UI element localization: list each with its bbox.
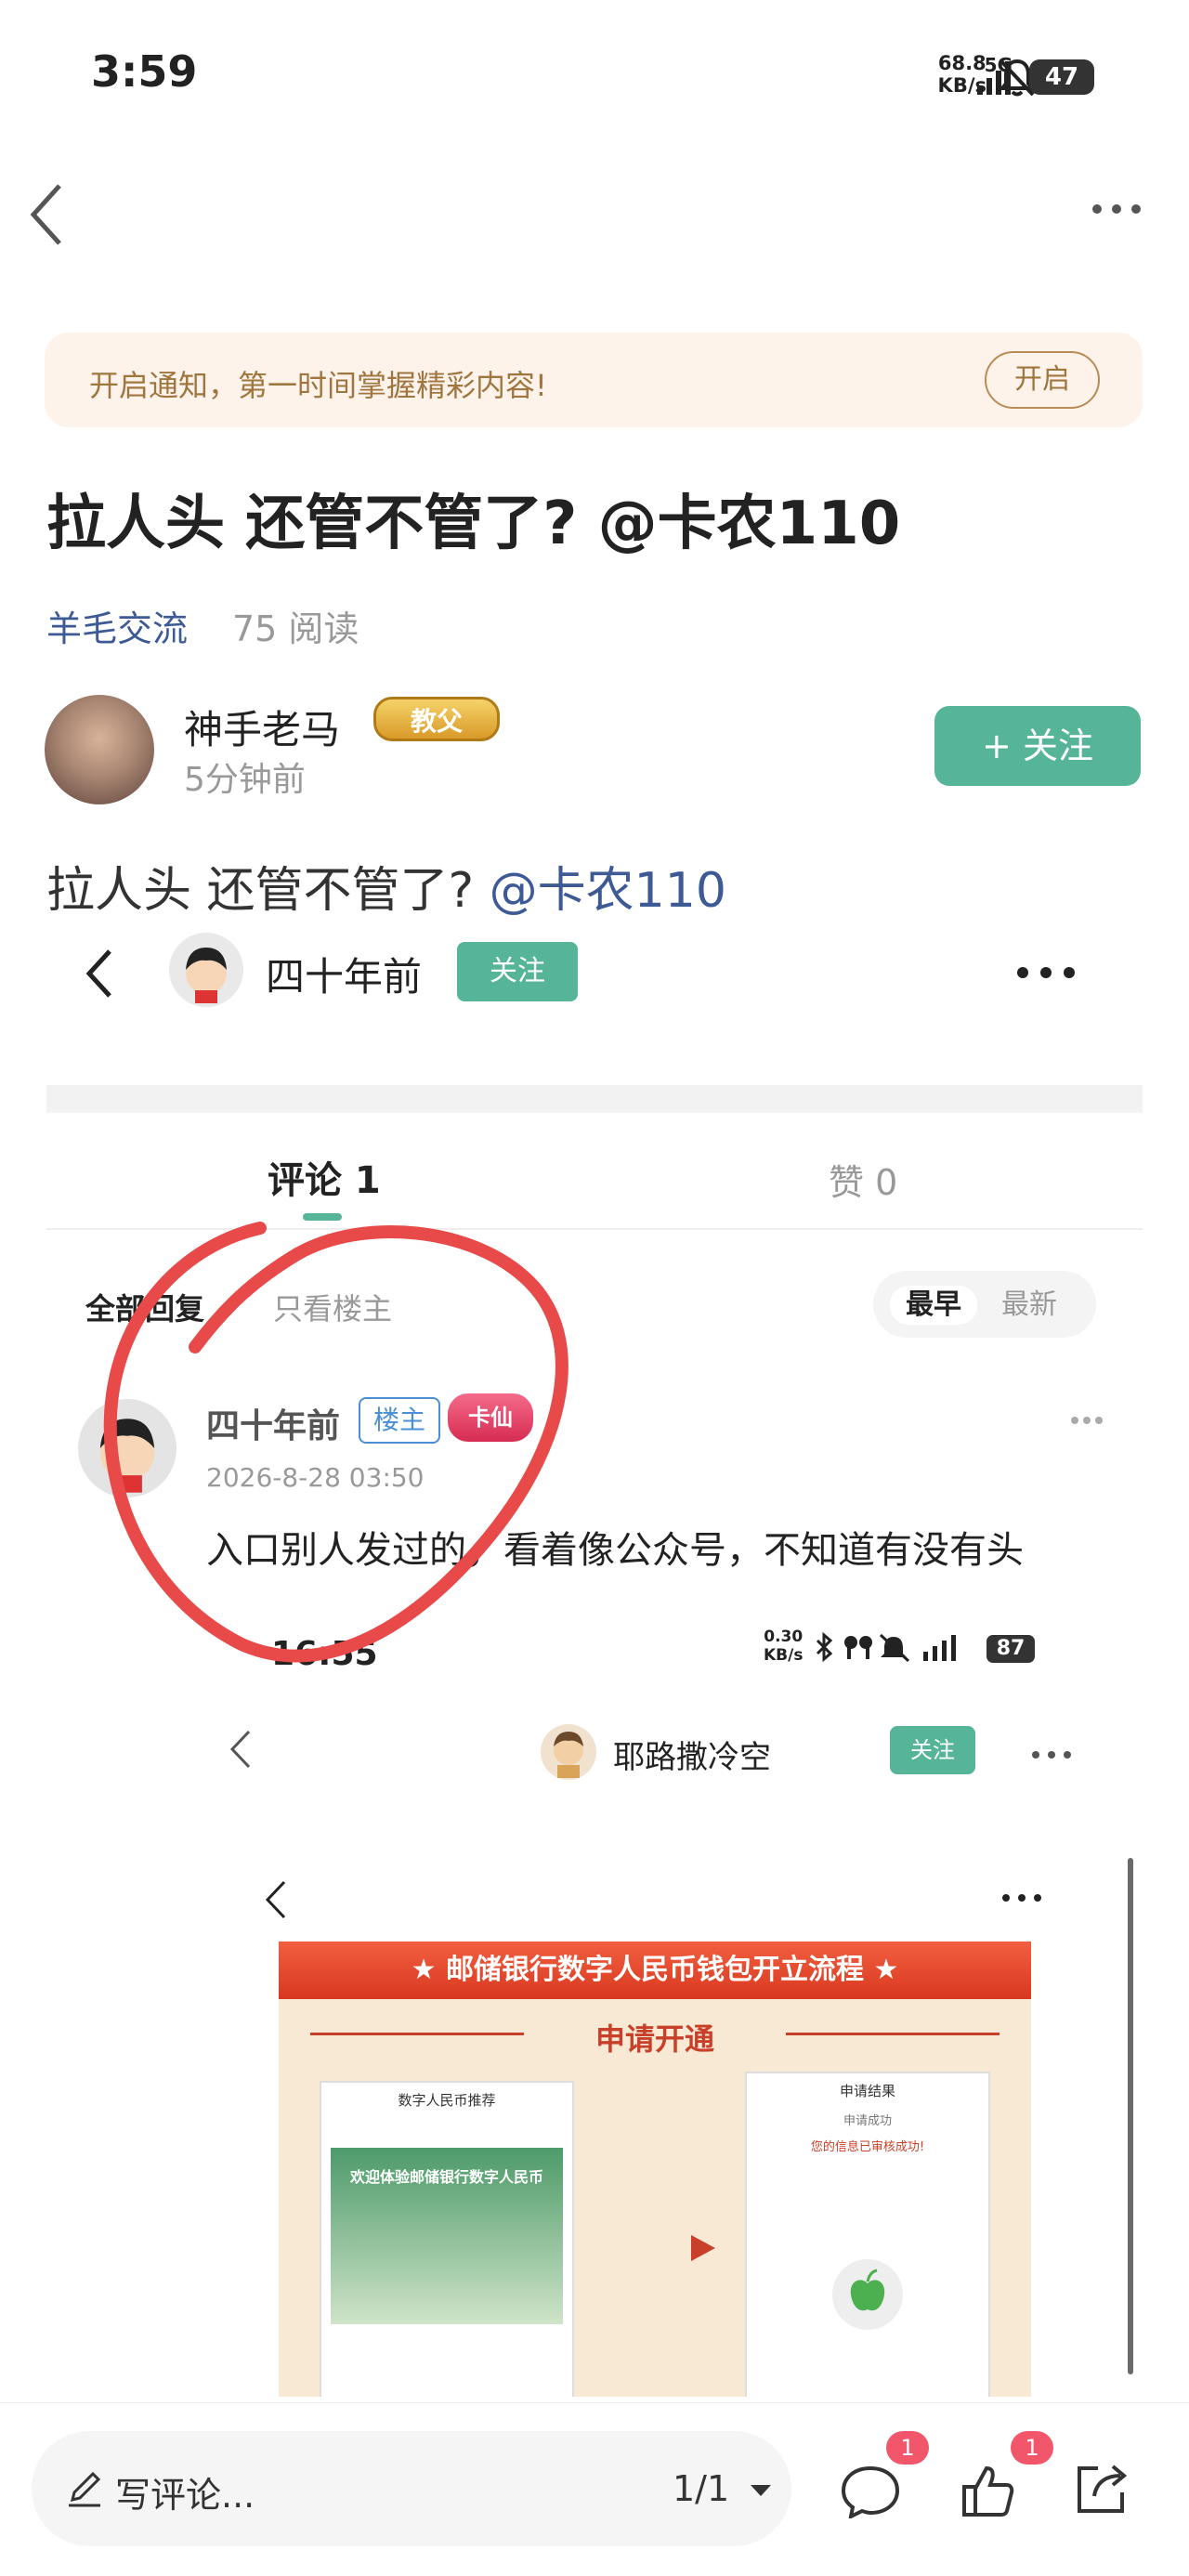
image-nested-avatar [541, 1724, 596, 1780]
author-avatar[interactable] [45, 695, 154, 804]
image-nested-user-name: 耶路撒冷空 [613, 1739, 771, 1776]
image-sort-new: 最新 [1001, 1288, 1057, 1321]
cartoon-boy-icon [186, 948, 227, 1003]
notification-banner: 开启通知，第一时间掌握精彩内容! 开启 [45, 333, 1143, 427]
caret-down-icon[interactable] [749, 2483, 773, 2498]
apple-logo-icon [850, 2269, 885, 2311]
page-indicator[interactable]: 1/1 [673, 2468, 729, 2509]
poster-line-right [786, 2033, 1000, 2035]
image-nested-battery: 87 [986, 1635, 1035, 1663]
image-poster: ★ 邮储银行数字人民币钱包开立流程 ★ 申请开通 数字人民币推荐 欢迎体验邮储银… [279, 1942, 1031, 2397]
category-link[interactable]: 羊毛交流 [46, 600, 188, 651]
battery-indicator: 47 [1029, 59, 1094, 95]
comment-input[interactable]: 写评论... 1/1 [32, 2431, 791, 2546]
image-sort-early: 最早 [890, 1286, 977, 1325]
notification-text: 开启通知，第一时间掌握精彩内容! [89, 368, 547, 403]
comment-button[interactable]: 1 [840, 2431, 929, 2522]
status-time: 3:59 [91, 46, 198, 97]
red-circle-annotation [103, 1222, 568, 1663]
poster-banner: ★ 邮储银行数字人民币钱包开立流程 ★ [279, 1942, 1031, 1999]
back-chevron-icon[interactable] [28, 182, 65, 247]
comment-placeholder: 写评论... [115, 2475, 255, 2516]
image-comment-more-icon [1071, 1417, 1103, 1424]
image-follow-button: 关注 [457, 942, 578, 1001]
image-scrollbar [1128, 1858, 1133, 2374]
post-time: 5分钟前 [184, 761, 306, 799]
poster-left-phone: 数字人民币推荐 欢迎体验邮储银行数字人民币 [320, 2081, 574, 2397]
post-body: 拉人头 还管不管了? @卡农110 [46, 851, 726, 921]
image-deep-back-icon [265, 1880, 286, 1919]
comment-bubble-icon [841, 2465, 900, 2520]
image-nested-more-icon [1032, 1751, 1071, 1759]
comment-count-badge: 1 [886, 2431, 929, 2465]
image-nested-speed-value: 0.30 [764, 1628, 804, 1646]
image-sort-toggle: 最早 最新 [873, 1271, 1096, 1338]
poster-arrow-icon [691, 2235, 715, 2261]
poster-section-title: 申请开通 [594, 2021, 714, 2057]
poster-right-sub: 申请成功 [843, 2114, 892, 2128]
image-tab-likes: 赞 0 [829, 1162, 898, 1203]
share-icon [1078, 2465, 1128, 2513]
like-count-badge: 1 [1011, 2431, 1053, 2465]
share-button[interactable] [1072, 2461, 1130, 2522]
bottom-bar: 写评论... 1/1 1 1 [0, 2402, 1189, 2576]
image-divider [46, 1085, 1143, 1113]
author-name[interactable]: 神手老马 [184, 699, 340, 755]
poster-right-title: 申请结果 [839, 2083, 895, 2099]
cartoon-man-icon [554, 1732, 583, 1778]
poster-left-hero-text: 欢迎体验邮储银行数字人民币 [349, 2168, 543, 2186]
poster-right-phone: 申请结果 申请成功 您的信息已审核成功! [745, 2072, 990, 2397]
image-nested-follow: 关注 [890, 1726, 975, 1774]
read-count: 75 阅读 [232, 608, 359, 649]
poster-left-hero: 欢迎体验邮储银行数字人民币 [331, 2148, 563, 2324]
poster-left-title: 数字人民币推荐 [398, 2092, 496, 2109]
post-title: 拉人头 还管不管了? @卡农110 [46, 490, 901, 558]
follow-button[interactable]: + 关注 [934, 706, 1141, 786]
thumbs-up-icon [962, 2465, 1014, 2517]
author-badge: 教父 [373, 697, 500, 741]
pen-icon [69, 2471, 101, 2507]
image-user-name: 四十年前 [266, 954, 423, 1000]
image-nested-speed: 0.30 KB/s [764, 1628, 803, 1665]
image-nested-speed-unit: KB/s [764, 1646, 804, 1665]
image-nested-back-icon [229, 1730, 251, 1769]
image-deep-more-icon [1002, 1894, 1041, 1902]
like-button[interactable]: 1 [960, 2431, 1053, 2522]
mention-link[interactable]: @卡农110 [490, 863, 726, 919]
image-user-avatar [169, 933, 243, 1007]
image-more-icon [1017, 967, 1075, 978]
enable-notification-button[interactable]: 开启 [985, 351, 1100, 409]
image-back-chevron-icon [85, 949, 111, 998]
apple-icon [832, 2259, 903, 2330]
signal-icon [977, 61, 1011, 95]
post-body-text: 拉人头 还管不管了? [46, 863, 490, 919]
more-icon[interactable] [1091, 203, 1143, 216]
image-nested-status-icons [816, 1631, 956, 1663]
image-tab-comments: 评论 1 [268, 1159, 381, 1202]
poster-right-ok: 您的信息已审核成功! [810, 2140, 925, 2154]
